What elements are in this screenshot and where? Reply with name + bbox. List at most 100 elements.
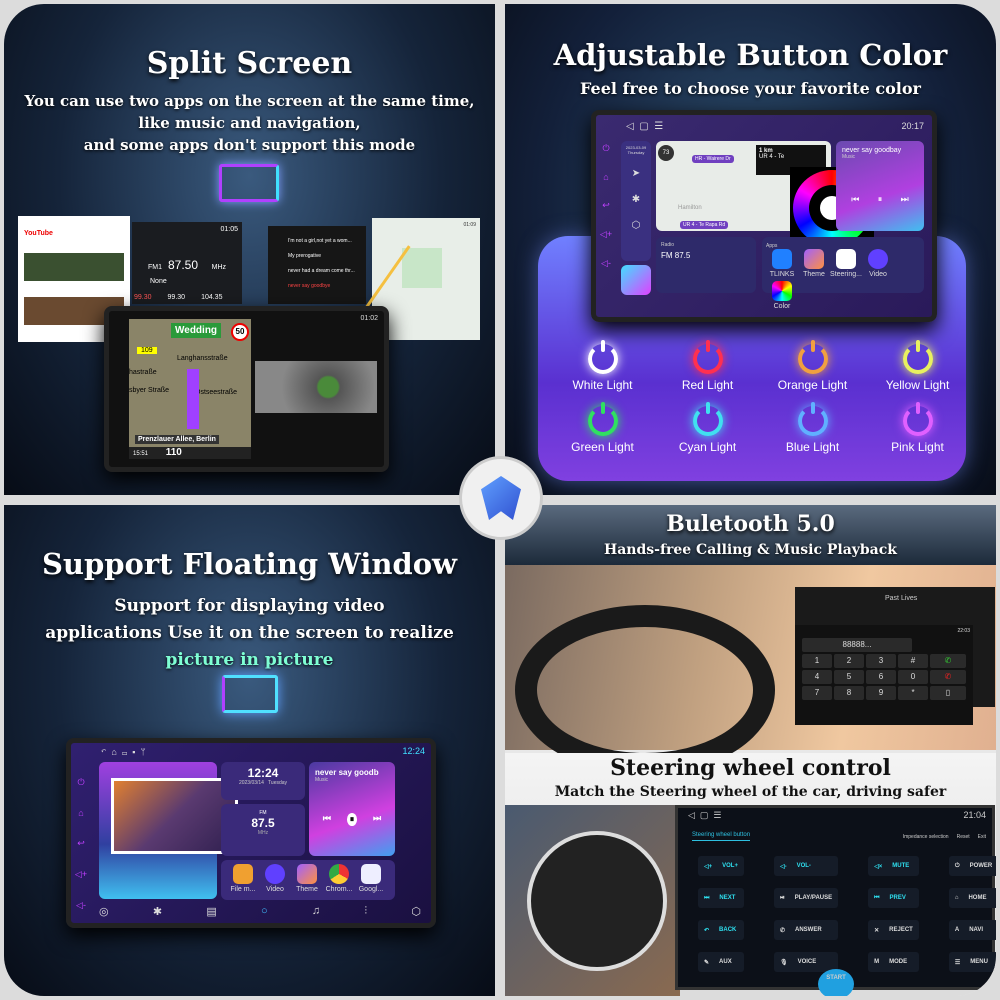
next-icon[interactable]: ⏭ [373,813,381,826]
radio-label: None [150,278,167,285]
dial-key[interactable]: 9 [866,685,896,700]
preset[interactable]: 104.35 [201,294,222,301]
steering-button-play-pause[interactable]: ⏯ PLAY/PAUSE [773,888,839,908]
app-tlinks[interactable]: TLINKS [766,249,798,278]
music-icon[interactable]: ♫ [312,905,320,918]
steering-button-back[interactable]: ↶ BACK [698,920,744,940]
radio-icon[interactable]: ▤ [206,905,216,918]
next-icon[interactable]: ⏭ [901,194,909,205]
app-label: Video [266,886,284,893]
steering-button-vol-[interactable]: ◁+ VOL+ [698,856,744,876]
playlist-item[interactable]: My prerogative [288,249,366,264]
vol-down-icon[interactable]: ◁- [76,900,86,911]
steering-button-menu[interactable]: ☰ MENU [948,952,996,972]
vol-up-icon[interactable]: ◁+ [75,869,87,880]
light-option[interactable]: Cyan Light [655,402,760,454]
app-video[interactable]: Video [862,249,894,278]
steering-screen: ◁ ▢ ☰ 21:04 Steering wheel button Impeda… [675,805,996,996]
steering-button-mode[interactable]: M MODE [868,952,919,972]
tab-steering-wheel-button[interactable]: Steering wheel button [692,832,751,841]
steering-button-home[interactable]: ⌂ HOME [948,888,996,908]
vol-down-icon[interactable]: ◁- [601,258,611,269]
app-label: Color [773,303,791,310]
steering-button-aux[interactable]: ✎ AUX [698,952,744,972]
light-option[interactable]: Pink Light [865,402,970,454]
start-button[interactable]: START [818,969,854,996]
pause-icon[interactable]: ⏸ [346,813,358,826]
dial-input[interactable]: 88888... [802,637,912,652]
reset-button[interactable]: Reset [957,834,970,840]
exit-button[interactable]: Exit [978,834,986,840]
dial-key[interactable]: 4 [802,669,832,684]
radio-widget[interactable]: Radio FM 87.5 [656,237,756,293]
app-theme[interactable]: Theme [798,249,830,278]
steering-button-vol-[interactable]: ◁- VOL- [773,856,839,876]
steering-button-voice[interactable]: 🎙 VOICE [773,952,839,972]
radio-widget[interactable]: FM 87.5 MHz [221,804,305,856]
phone-switch-icon[interactable]: ▯ [930,685,966,700]
home-icon[interactable]: ⌂ [603,172,608,182]
steering-button-navi[interactable]: A NAVI [948,920,996,940]
prev-icon[interactable]: ⏮ [851,194,859,205]
settings-icon[interactable]: ⬡ [411,905,421,918]
power-icon[interactable]: ⏻ [602,143,609,154]
preset[interactable]: 99.30 [168,294,186,301]
home-icon[interactable]: ⌂ [78,808,83,818]
light-option[interactable]: Green Light [550,402,655,454]
hang-up-icon[interactable]: ✆ [930,669,966,684]
light-option[interactable]: White Light [550,340,655,392]
playlist-item[interactable]: never say goodbye [288,279,366,294]
app-label: TLINKS [769,271,795,278]
steering-button-label: VOICE [797,959,817,965]
preset[interactable]: 99.30 [134,294,152,301]
floating-video-window[interactable] [111,778,238,854]
power-icon[interactable]: ⏻ [77,777,84,788]
app-file-manager[interactable]: File m... [227,864,259,893]
dial-key[interactable]: # [898,653,928,668]
dial-key[interactable]: 2 [834,653,864,668]
playlist-item[interactable]: never had a dream come thr... [288,264,366,279]
dial-key[interactable]: 0 [898,669,928,684]
dial-key[interactable]: 5 [834,669,864,684]
bluetooth-icon[interactable]: ✱ [153,905,162,918]
light-option[interactable]: Yellow Light [865,340,970,392]
vol-up-icon[interactable]: ◁+ [600,229,612,240]
nav-road: UR 4 - Te Rapa Rd [680,221,729,229]
app-theme[interactable]: Theme [291,864,323,893]
steering-button-reject[interactable]: ✕ REJECT [868,920,919,940]
equalizer-icon[interactable]: ⫶ [364,905,367,918]
impedance-selection[interactable]: Impedance selection [903,834,949,840]
app-video[interactable]: Video [259,864,291,893]
steering-button-next[interactable]: ⏭ NEXT [698,888,744,908]
dial-key[interactable]: * [898,685,928,700]
pause-icon[interactable]: ⏸ [878,194,883,205]
music-widget[interactable]: never say goodb Music ⏮ ⏸ ⏭ [309,762,395,856]
nav-icon[interactable]: ➤ ✱ ⬡ [621,161,651,239]
app-steering[interactable]: Steering... [830,249,862,278]
music-widget[interactable]: never say goodbay Music ⏮ ⏸ ⏭ [836,141,924,231]
dial-key[interactable]: 8 [834,685,864,700]
radio-band: FM1 [148,264,162,271]
dial-key[interactable]: 1 [802,653,832,668]
steering-button-mute[interactable]: ◁× MUTE [868,856,919,876]
steering-button-answer[interactable]: ✆ ANSWER [773,920,839,940]
call-icon[interactable]: ✆ [930,653,966,668]
light-option[interactable]: Orange Light [760,340,865,392]
back-icon[interactable]: ↩ [602,200,610,211]
back-icon[interactable]: ↩ [77,838,85,849]
app-chrome[interactable]: Chrom... [323,864,355,893]
compass-icon[interactable]: ◎ [99,905,109,918]
dial-key[interactable]: 3 [866,653,896,668]
prev-icon[interactable]: ⏮ [323,813,331,826]
playlist-item[interactable]: I'm not a girl,not yet a wom... [288,234,366,249]
layers-button[interactable] [621,265,651,295]
app-color[interactable]: Color [766,281,798,310]
dial-key[interactable]: 7 [802,685,832,700]
app-google-play[interactable]: Googl... [355,864,387,893]
assistant-icon[interactable]: ○ [261,905,268,918]
steering-button-power[interactable]: ⏻ POWER [948,856,996,876]
steering-button-prev[interactable]: ⏮ PREV [868,888,919,908]
dial-key[interactable]: 6 [866,669,896,684]
light-option[interactable]: Blue Light [760,402,865,454]
light-option[interactable]: Red Light [655,340,760,392]
